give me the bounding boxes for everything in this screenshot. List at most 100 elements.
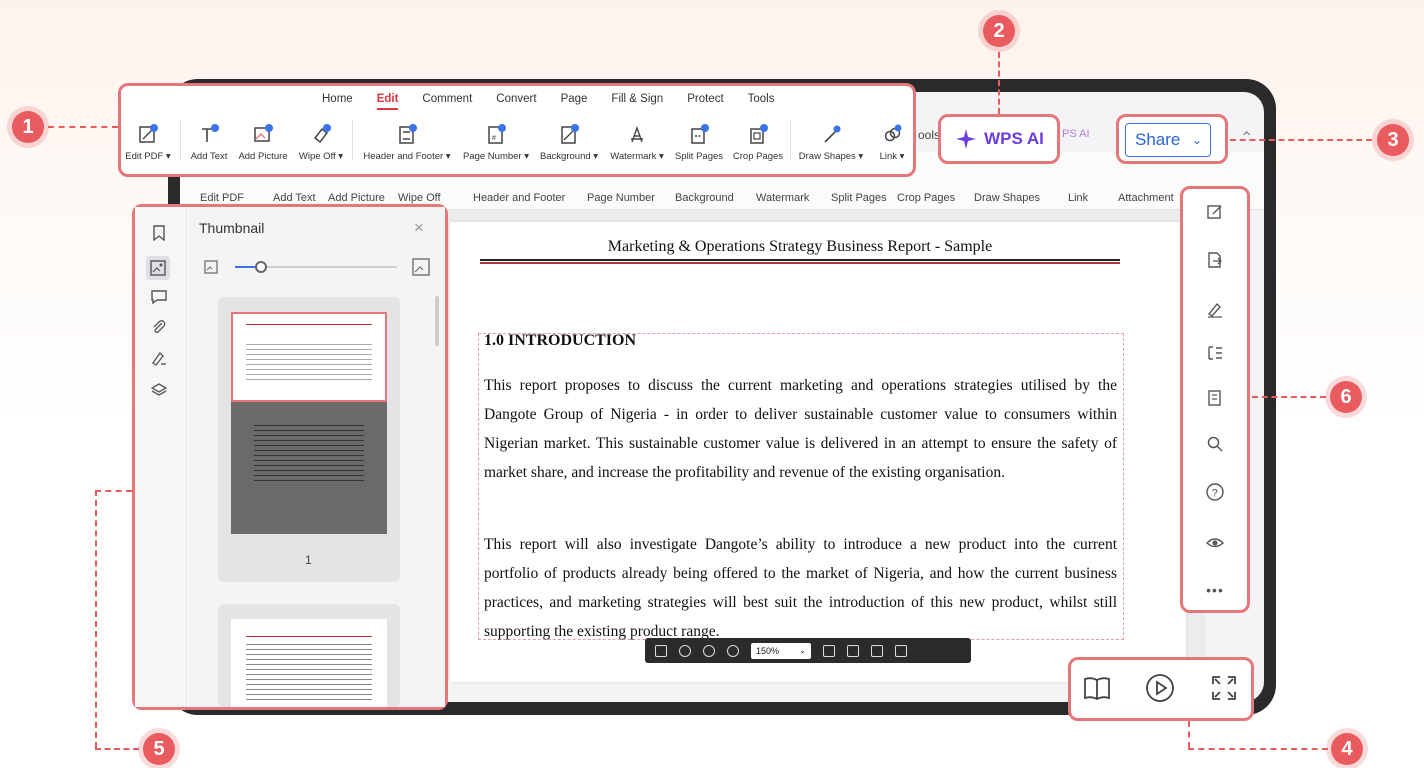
thumbnail-rule	[246, 324, 372, 325]
chevron-up-icon[interactable]: ⌃	[1240, 128, 1253, 148]
tab-edit[interactable]: Edit	[365, 93, 411, 110]
help-icon[interactable]: ?	[1203, 480, 1227, 504]
read-mode-icon[interactable]	[1081, 672, 1113, 704]
bookmark-page-icon[interactable]	[847, 644, 859, 657]
link-button[interactable]: Link ▾	[872, 118, 912, 162]
ribbon-separator	[180, 120, 181, 160]
compare-icon[interactable]	[1203, 386, 1227, 410]
bg-tools-tab-partial: ools	[918, 128, 941, 142]
callout-badge-4: 4	[1331, 733, 1363, 765]
chevron-down-icon: ⌄	[799, 646, 806, 655]
callout-badge-1: 1	[12, 111, 44, 143]
header-footer-button[interactable]: Header and Footer ▾	[360, 118, 454, 162]
large-thumbnail-icon[interactable]	[412, 258, 430, 276]
thumbnail-text-lines	[254, 425, 364, 485]
select-tool-icon[interactable]	[655, 644, 667, 657]
eraser-icon	[313, 124, 331, 144]
add-picture-button[interactable]: Add Picture	[236, 118, 290, 162]
bg-tool-label: Add Picture	[328, 192, 385, 204]
edit-pdf-button[interactable]: Edit PDF ▾	[124, 118, 172, 162]
svg-text:?: ?	[1212, 488, 1218, 500]
callout-badge-2: 2	[983, 15, 1015, 47]
link-icon	[884, 124, 902, 142]
document-paragraph-1: This report proposes to discuss the curr…	[484, 377, 1117, 481]
callout-badge-3: 3	[1377, 124, 1409, 156]
svg-text:#: #	[492, 135, 496, 142]
wipe-off-button[interactable]: Wipe Off ▾	[294, 118, 348, 162]
tool-label: Edit PDF	[125, 151, 164, 162]
document-heading: 1.0 INTRODUCTION	[484, 332, 637, 349]
tab-home[interactable]: Home	[310, 93, 365, 105]
split-pages-button[interactable]: Split Pages	[674, 118, 724, 162]
close-icon[interactable]: ×	[414, 218, 424, 238]
wps-ai-label: WPS AI	[984, 129, 1044, 148]
signature-icon[interactable]	[150, 349, 168, 367]
callout-connector	[95, 490, 132, 492]
rotate-icon[interactable]	[871, 644, 883, 657]
tool-label: Add Picture	[238, 151, 288, 162]
callout-badge-6: 6	[1330, 381, 1362, 413]
title-rule-accent	[480, 262, 1120, 264]
add-text-icon	[202, 124, 219, 142]
scrollbar[interactable]	[435, 296, 439, 346]
tab-convert[interactable]: Convert	[484, 93, 548, 105]
thumbnail-icon[interactable]	[146, 256, 170, 280]
ribbon-tabs: Home Edit Comment Convert Page Fill & Si…	[310, 93, 787, 110]
search-icon[interactable]	[1203, 432, 1227, 456]
bg-tool-label: Watermark	[756, 192, 810, 204]
tool-label: Crop Pages	[732, 151, 784, 162]
draw-shapes-icon	[824, 125, 841, 143]
add-picture-icon	[254, 124, 273, 142]
outline-icon[interactable]	[1203, 341, 1227, 365]
callout-badge-5: 5	[143, 733, 175, 765]
watermark-button[interactable]: Watermark ▾	[608, 118, 666, 162]
crop-icon	[750, 124, 768, 144]
document-floating-toolbar: 150% ⌄	[645, 638, 971, 663]
zoom-select[interactable]: 150% ⌄	[751, 642, 811, 659]
more-icon[interactable]: •••	[1203, 578, 1227, 602]
wps-ai-button[interactable]: WPS AI	[938, 114, 1060, 164]
crop-pages-button[interactable]: Crop Pages	[732, 118, 784, 162]
bg-tool-link[interactable]: Link	[1068, 152, 1088, 210]
sparkle-icon	[956, 129, 977, 149]
tab-fill-sign[interactable]: Fill & Sign	[599, 93, 675, 105]
bg-tool-label: Link	[1068, 192, 1089, 204]
small-thumbnail-icon[interactable]	[204, 260, 218, 274]
play-icon[interactable]	[1144, 672, 1176, 704]
zoom-out-icon[interactable]	[703, 644, 715, 657]
draw-shapes-button[interactable]: Draw Shapes ▾	[798, 118, 864, 162]
page-number-button[interactable]: # Page Number ▾	[460, 118, 532, 162]
add-text-button[interactable]: Add Text	[186, 118, 232, 162]
thumbnail-text-lines	[246, 644, 372, 704]
tool-label: Link	[879, 151, 897, 162]
edit-icon[interactable]	[1203, 200, 1227, 224]
export-icon[interactable]	[1203, 248, 1227, 272]
title-rule	[480, 259, 1120, 261]
background-button[interactable]: Background ▾	[538, 118, 600, 162]
attachment-icon[interactable]	[150, 318, 168, 336]
tab-tools[interactable]: Tools	[736, 93, 787, 105]
fit-page-icon[interactable]	[823, 644, 835, 657]
share-button[interactable]: Share ⌄	[1125, 123, 1211, 157]
sign-icon[interactable]	[1203, 297, 1227, 321]
callout-connector	[1230, 139, 1372, 141]
hand-tool-icon[interactable]	[679, 644, 691, 657]
tool-label: Split Pages	[674, 151, 724, 162]
tool-label: Add Text	[190, 151, 228, 162]
layers-icon[interactable]	[150, 381, 168, 399]
tab-protect[interactable]: Protect	[675, 93, 735, 105]
zoom-in-icon[interactable]	[727, 644, 739, 657]
fullscreen-icon[interactable]	[1208, 672, 1240, 704]
tab-page[interactable]: Page	[549, 93, 600, 105]
callout-connector	[1252, 396, 1326, 398]
tab-comment[interactable]: Comment	[410, 93, 484, 105]
text-tool-icon[interactable]	[895, 644, 907, 657]
tool-label: Draw Shapes	[798, 151, 856, 162]
callout-connector	[95, 748, 139, 750]
comment-icon[interactable]	[150, 288, 168, 306]
bookmark-icon[interactable]	[150, 224, 168, 242]
eye-protection-icon[interactable]	[1203, 530, 1227, 554]
slider-handle[interactable]	[255, 261, 267, 273]
ribbon-separator	[790, 120, 791, 160]
callout-connector	[48, 126, 118, 128]
